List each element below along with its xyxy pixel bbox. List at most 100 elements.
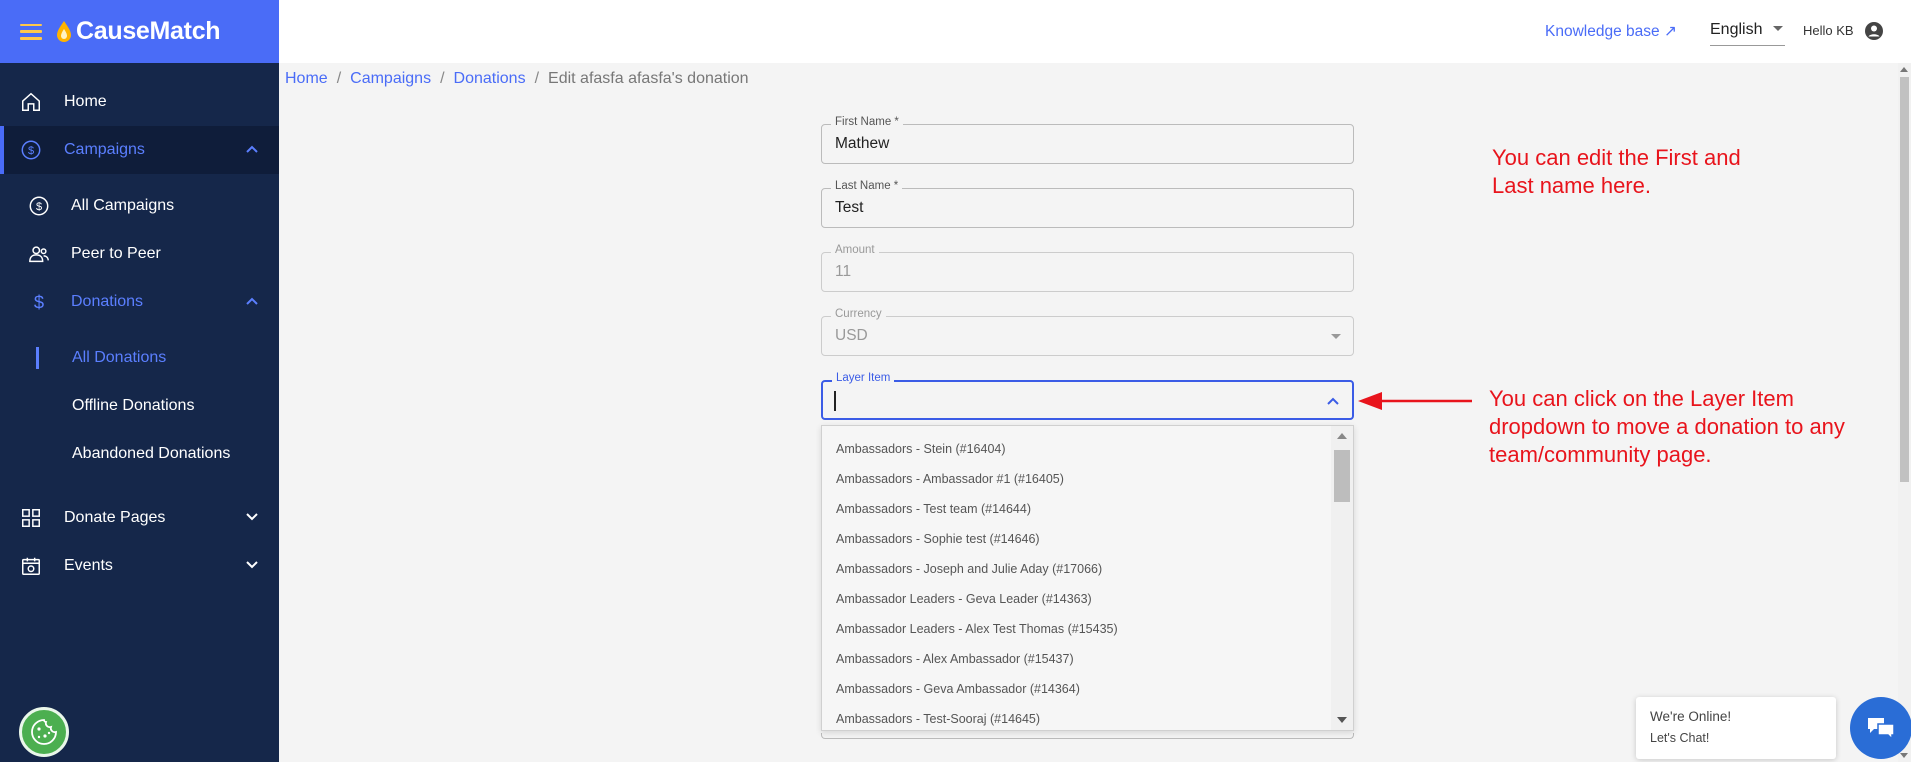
chevron-up-icon [245,141,259,159]
sidebar-item-label: All Campaigns [71,197,175,214]
brand-bar: CauseMatch [0,0,279,63]
listbox-scrollbar-thumb[interactable] [1334,450,1350,502]
chevron-up-icon[interactable] [1326,393,1340,411]
chevron-down-icon [245,509,259,527]
calendar-icon [19,554,43,578]
sidebar-item-label: Campaigns [64,141,145,158]
sidebar-item-campaigns[interactable]: $ Campaigns [0,126,279,174]
last-name-field[interactable]: Last Name * Test [821,180,1354,228]
currency-select: Currency USD [821,308,1354,356]
first-name-field[interactable]: First Name * Mathew [821,116,1354,164]
home-icon [19,90,43,114]
chat-launcher-button[interactable] [1850,697,1911,759]
language-value: English [1710,21,1763,38]
last-name-value: Test [835,199,864,216]
scroll-up-icon[interactable] [1900,67,1908,72]
breadcrumb-separator: / [534,70,540,87]
sidebar-item-all-campaigns[interactable]: $ All Campaigns [0,192,279,220]
layer-item-listbox[interactable]: Ambassadors - Stein (#16404) Ambassadors… [821,425,1354,731]
breadcrumb-separator: / [336,70,342,87]
listbox-option[interactable]: Ambassador Leaders - Alex Test Thomas (#… [836,622,1118,636]
sidebar-item-donations[interactable]: $ Donations [0,288,279,316]
sidebar-item-peer-to-peer[interactable]: Peer to Peer [0,240,279,268]
annotation-line: You can edit the First and [1492,145,1741,170]
cookie-settings-button[interactable] [19,707,69,757]
layer-item-select[interactable]: Layer Item [821,372,1354,420]
dollar-icon: $ [27,290,51,314]
svg-text:$: $ [28,145,34,157]
listbox-option[interactable]: Ambassadors - Geva Ambassador (#14364) [836,682,1080,696]
breadcrumb-home[interactable]: Home [285,70,328,87]
listbox-option[interactable]: Ambassadors - Sophie test (#14646) [836,532,1040,546]
last-name-label: Last Name * [831,180,903,192]
cookie-icon [31,719,57,745]
sidebar-item-donate-pages[interactable]: Donate Pages [0,504,279,532]
dollar-circle-icon: $ [19,138,43,162]
dollar-circle-icon: $ [27,194,51,218]
page-scrollbar-thumb[interactable] [1900,77,1909,482]
listbox-option[interactable]: Ambassadors - Test-Sooraj (#14645) [836,712,1040,726]
listbox-option[interactable]: Ambassadors - Alex Ambassador (#15437) [836,652,1074,666]
listbox-option[interactable]: Ambassadors - Stein (#16404) [836,442,1006,456]
listbox-option[interactable]: Ambassadors - Joseph and Julie Aday (#17… [836,562,1102,576]
caret-down-icon [1773,26,1783,31]
amount-field: Amount 11 [821,244,1354,292]
currency-label: Currency [831,308,886,320]
language-select[interactable]: English [1710,18,1785,46]
sidebar-item-abandoned-donations[interactable]: Abandoned Donations [0,440,279,468]
grid-icon [19,506,43,530]
sidebar-item-label: All Donations [72,349,167,366]
flame-logo-icon [57,20,71,42]
listbox-option[interactable]: Ambassador Leaders - Geva Leader (#14363… [836,592,1092,606]
active-indicator [36,347,39,369]
first-name-value: Mathew [835,135,890,152]
knowledge-base-label: Knowledge base [1545,23,1660,40]
breadcrumb: Home / Campaigns / Donations / Edit afasfa afa… [285,70,749,88]
listbox-option[interactable]: Ambassadors - Test team (#14644) [836,502,1031,516]
active-indicator [0,126,4,174]
chat-status: We're Online! [1650,709,1732,724]
brand-name: CauseMatch [76,17,221,45]
scroll-down-icon[interactable] [1337,717,1347,723]
sidebar-item-events[interactable]: Events [0,552,279,580]
currency-value: USD [835,327,868,344]
annotation-line: dropdown to move a donation to any [1489,414,1845,439]
breadcrumb-current: Edit afasfa afasfa's donation [548,70,749,87]
caret-down-icon [1331,334,1341,339]
listbox-option[interactable]: Ambassadors - Ambassador #1 (#16405) [836,472,1064,486]
chevron-up-icon [245,293,259,311]
scroll-down-icon[interactable] [1900,753,1908,758]
sidebar-item-label: Abandoned Donations [72,445,231,462]
sidebar-item-offline-donations[interactable]: Offline Donations [0,392,279,420]
breadcrumb-campaigns[interactable]: Campaigns [350,70,431,87]
annotation-line: team/community page. [1489,442,1712,467]
sidebar-item-label: Events [64,557,113,574]
logo[interactable]: CauseMatch [56,17,221,46]
hamburger-menu-icon[interactable] [20,23,42,40]
text-cursor [834,391,836,411]
amount-label: Amount [831,244,879,256]
amount-value: 11 [835,263,852,280]
user-account-icon[interactable] [1864,21,1884,46]
annotation-edit-names: You can edit the First and Last name her… [1492,144,1741,200]
listbox-scrollbar[interactable] [1331,426,1353,730]
hidden-field-edge [821,733,1354,739]
page-scrollbar[interactable] [1898,63,1911,762]
scroll-up-icon[interactable] [1337,433,1347,439]
annotation-line: Last name here. [1492,173,1651,198]
svg-text:$: $ [34,291,44,312]
chat-prompt-card[interactable]: We're Online! Let's Chat! [1636,697,1836,759]
sidebar-item-label: Offline Donations [72,397,195,414]
sidebar-item-all-donations[interactable]: All Donations [0,344,279,372]
sidebar-item-home[interactable]: Home [0,88,279,116]
external-link-icon: ↗ [1663,23,1677,40]
breadcrumb-donations[interactable]: Donations [454,70,526,87]
sidebar-item-label: Donations [71,293,144,310]
sidebar-item-label: Home [64,93,107,110]
breadcrumb-separator: / [440,70,445,87]
knowledge-base-link[interactable]: Knowledge base ↗ [1545,22,1677,41]
sidebar: CauseMatch Home $ Campaigns $ All Campai… [0,0,279,762]
sidebar-item-label: Peer to Peer [71,245,161,262]
annotation-arrow-icon [1358,392,1472,410]
layer-item-label: Layer Item [832,372,895,384]
